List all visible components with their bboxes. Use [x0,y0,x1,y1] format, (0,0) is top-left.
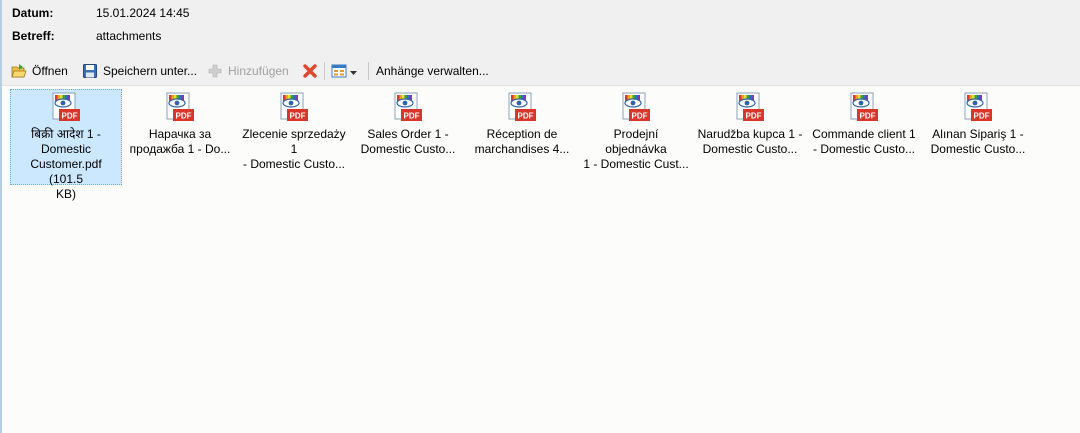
attachment-filename-line: Нарачка за [148,127,212,141]
attachment-filename-line: Domestic Custo... [702,142,798,156]
attachment-filename-line: - Domestic Custo... [242,157,346,171]
message-header: Datum: 15.01.2024 14:45 Betreff: attachm… [2,0,1080,58]
attachment-list: PDF बिक्री आदेश 1 - Domestic Customer.pdf (… [2,86,1080,433]
dropdown-arrow-icon[interactable] [350,64,357,78]
attachment-filename: Sales Order 1 - Domestic Custo... [353,127,463,157]
pdf-icon: PDF [961,92,995,124]
attachment-filename-line: Alınan Sipariş 1 - [932,127,1024,141]
attachment-filename: Zlecenie sprzedaży 1- Domestic Custo... [239,127,349,172]
attachment-filename-line: Domestic [40,142,91,156]
attachment-filename: Prodejní objednávka 1 - Domestic Cust... [581,127,691,172]
attachment-item[interactable]: PDF Sales Order 1 - Domestic Custo... [352,89,464,185]
svg-text:PDF: PDF [290,112,306,121]
pdf-icon: PDF [619,92,653,124]
attachment-item[interactable]: PDF बिक्री आदेश 1 - Domestic Customer.pdf (… [10,89,122,201]
subject-value: attachments [96,29,162,43]
attachment-item[interactable]: PDF Нарачка за продажба 1 - Do... [124,89,236,185]
pdf-icon: PDF [49,92,83,124]
date-value: 15.01.2024 14:45 [96,6,190,20]
pdf-icon: PDF [163,92,197,124]
attachment-filename-line: Prodejní objednávka [605,127,667,156]
save-disk-icon [82,63,98,79]
attachment-filename-line: продажба 1 - Do... [129,142,231,156]
attachment-filename-line: Réception de [486,127,558,141]
attachment-filename-line: Narudžba kupca 1 - [697,127,803,141]
manage-attachments-button[interactable]: Anhänge verwalten... [376,61,489,81]
pdf-icon: PDF [505,92,539,124]
svg-text:PDF: PDF [974,112,990,121]
svg-text:PDF: PDF [404,112,420,121]
attachment-filename: Alınan Sipariş 1 - Domestic Custo... [923,127,1033,157]
pdf-icon: PDF [391,92,425,124]
save-as-label: Speichern unter... [103,64,198,78]
open-folder-icon [11,63,27,79]
manage-attachments-label: Anhänge verwalten... [376,64,489,78]
toolbar-separator [368,62,369,80]
add-plus-icon [207,63,223,79]
svg-text:PDF: PDF [860,112,876,121]
attachment-filename-line: - Domestic Custo... [812,142,916,156]
attachment-toolbar: Öffnen Speichern unter... Hinzufügen Anh… [2,58,1080,86]
attachment-filename-line: Domestic Custo... [930,142,1026,156]
attachment-item[interactable]: PDF Commande client 1- Domestic Custo... [808,89,920,185]
attachment-filename-line: KB) [55,187,76,201]
add-label: Hinzufügen [228,64,289,78]
attachment-item[interactable]: PDF Réception de marchandises 4... [466,89,578,185]
attachment-filename-line: Sales Order 1 - [367,127,449,141]
attachment-filename: Réception de marchandises 4... [467,127,577,157]
svg-text:PDF: PDF [62,112,78,121]
toolbar-separator [324,62,325,80]
attachment-item[interactable]: PDF Alınan Sipariş 1 - Domestic Custo... [922,89,1034,185]
open-button[interactable]: Öffnen [11,61,68,81]
attachment-filename: Нарачка за продажба 1 - Do... [125,127,235,157]
attachment-filename-line: 1 - Domestic Cust... [583,157,689,171]
svg-text:PDF: PDF [632,112,648,121]
svg-text:PDF: PDF [176,112,192,121]
attachment-item[interactable]: PDF Narudžba kupca 1 - Domestic Custo... [694,89,806,185]
open-label: Öffnen [32,64,68,78]
attachment-filename-line: Domestic Custo... [360,142,456,156]
attachment-filename-line: Customer.pdf (101.5 [30,157,102,186]
attachment-filename-line: marchandises 4... [474,142,570,156]
attachment-filename: Commande client 1- Domestic Custo... [809,127,919,157]
pdf-icon: PDF [277,92,311,124]
save-as-button[interactable]: Speichern unter... [82,61,197,81]
view-mode-button[interactable] [331,61,357,81]
date-label: Datum: [12,6,54,20]
pdf-icon: PDF [733,92,767,124]
attachment-filename-line: Zlecenie sprzedaży 1 [242,127,346,156]
attachment-item[interactable]: PDF Prodejní objednávka 1 - Domestic Cust.… [580,89,692,185]
delete-x-icon [302,63,318,79]
subject-label: Betreff: [12,29,55,43]
svg-text:PDF: PDF [518,112,534,121]
attachment-filename: Narudžba kupca 1 - Domestic Custo... [695,127,805,157]
svg-text:PDF: PDF [746,112,762,121]
attachment-filename-line: Commande client 1 [812,127,916,141]
view-grid-icon [331,63,347,79]
delete-button[interactable] [302,61,318,81]
pdf-icon: PDF [847,92,881,124]
attachment-item[interactable]: PDF Zlecenie sprzedaży 1- Domestic Custo.… [238,89,350,185]
attachment-filename-line: बिक्री आदेश 1 - [31,127,101,141]
add-button[interactable]: Hinzufügen [207,61,289,81]
attachment-filename: बिक्री आदेश 1 - Domestic Customer.pdf (101… [11,127,121,202]
